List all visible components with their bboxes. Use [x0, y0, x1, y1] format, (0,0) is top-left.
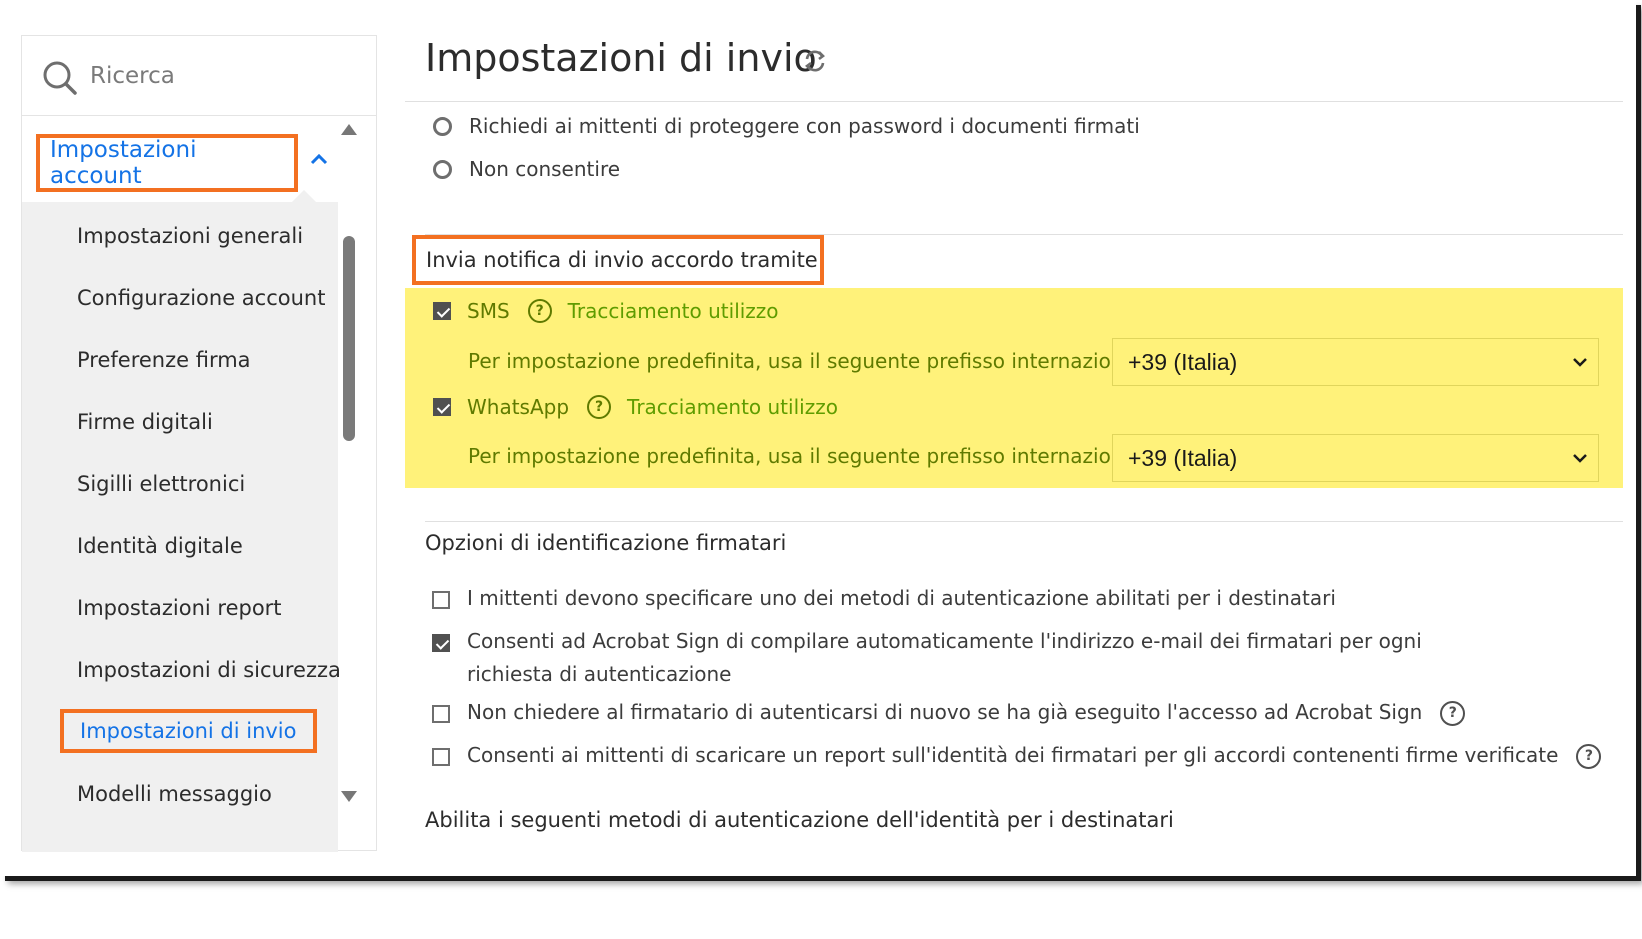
help-icon[interactable]: ? — [1440, 701, 1466, 726]
divider — [405, 101, 1623, 102]
sidebar-section-label: Impostazioni account — [50, 137, 197, 189]
sidebar-scrollbar[interactable] — [340, 116, 378, 852]
radio-require-password[interactable]: Richiedi ai mittenti di proteggere con p… — [433, 114, 1140, 138]
sms-prefix-label: Per impostazione predefinita, usa il seg… — [468, 349, 1161, 373]
whatsapp-checkbox[interactable] — [433, 398, 451, 416]
whatsapp-prefix-label: Per impostazione predefinita, usa il seg… — [468, 444, 1161, 468]
option-download-identity-report: Consenti ai mittenti di scaricare un rep… — [432, 743, 1602, 772]
chevron-up-icon[interactable] — [308, 148, 330, 170]
sidebar-item-digital-signatures[interactable]: Firme digitali — [77, 410, 213, 434]
sidebar-submenu: Impostazioni generali Configurazione acc… — [22, 202, 341, 852]
heading-text: Invia notifica di invio accordo tramite — [426, 248, 818, 272]
option-text: Consenti ai mittenti di scaricare un rep… — [467, 739, 1602, 772]
sms-option-row: SMS ? Tracciamento utilizzo — [433, 299, 779, 323]
option-label: Consenti ai mittenti di scaricare un rep… — [467, 743, 1559, 767]
sidebar-item-message-templates[interactable]: Modelli messaggio — [77, 782, 272, 806]
whatsapp-label: WhatsApp — [467, 395, 570, 419]
sms-checkbox[interactable] — [433, 302, 451, 320]
select-value: +39 (Italia) — [1128, 348, 1238, 375]
scroll-down-arrow-icon[interactable] — [341, 791, 357, 802]
option-label: Consenti ad Acrobat Sign di compilare au… — [467, 629, 1422, 686]
help-icon[interactable]: ? — [1576, 744, 1602, 769]
checkbox[interactable] — [432, 748, 450, 766]
sidebar: Impostazioni account Impostazioni genera… — [21, 35, 378, 852]
option-skip-reauth: Non chiedere al firmatario di autenticar… — [432, 700, 1466, 729]
option-text: Non chiedere al firmatario di autenticar… — [467, 696, 1466, 729]
search-input[interactable] — [90, 56, 360, 96]
refresh-icon[interactable] — [802, 48, 828, 74]
radio-label: Non consentire — [469, 157, 621, 181]
sidebar-item-send-settings[interactable]: Impostazioni di invio — [60, 709, 317, 753]
app-window: Impostazioni account Impostazioni genera… — [0, 0, 1636, 876]
submenu-notch — [292, 190, 316, 202]
sidebar-item-electronic-seals[interactable]: Sigilli elettronici — [77, 472, 245, 496]
sms-country-prefix-select[interactable]: +39 (Italia) — [1112, 338, 1599, 386]
select-value: +39 (Italia) — [1128, 444, 1238, 471]
signer-identification-heading: Opzioni di identificazione firmatari — [425, 531, 787, 555]
sidebar-item-signature-preferences[interactable]: Preferenze firma — [77, 348, 251, 372]
option-label: I mittenti devono specificare uno dei me… — [467, 586, 1336, 610]
search-icon — [43, 61, 77, 95]
auth-methods-heading: Abilita i seguenti metodi di autenticazi… — [425, 808, 1174, 832]
checkbox[interactable] — [432, 705, 450, 723]
divider — [425, 521, 1623, 522]
radio-button[interactable] — [433, 159, 452, 179]
chevron-down-icon — [1573, 454, 1587, 463]
sidebar-item-report-settings[interactable]: Impostazioni report — [77, 596, 282, 620]
page-title: Impostazioni di invio — [425, 36, 817, 80]
notification-section-heading: Invia notifica di invio accordo tramite — [412, 235, 824, 285]
whatsapp-usage-tracking-link[interactable]: Tracciamento utilizzo — [627, 395, 838, 419]
option-require-auth-method: I mittenti devono specificare uno dei me… — [432, 586, 1336, 615]
sms-usage-tracking-link[interactable]: Tracciamento utilizzo — [568, 299, 779, 323]
sidebar-item-security-settings[interactable]: Impostazioni di sicurezza — [77, 658, 341, 682]
help-icon[interactable]: ? — [587, 395, 612, 419]
checkbox[interactable] — [432, 591, 450, 609]
scrollbar-thumb[interactable] — [343, 236, 355, 441]
sms-label: SMS — [467, 299, 510, 323]
radio-do-not-allow[interactable]: Non consentire — [433, 157, 620, 181]
sidebar-section-account-settings[interactable]: Impostazioni account — [36, 134, 298, 192]
radio-label: Richiedi ai mittenti di proteggere con p… — [469, 114, 1140, 138]
whatsapp-country-prefix-select[interactable]: +39 (Italia) — [1112, 434, 1599, 482]
scroll-up-arrow-icon[interactable] — [341, 124, 357, 135]
help-icon[interactable]: ? — [527, 299, 552, 323]
radio-button[interactable] — [433, 116, 452, 136]
search-bar — [22, 36, 376, 116]
sidebar-item-account-configuration[interactable]: Configurazione account — [77, 286, 325, 310]
whatsapp-option-row: WhatsApp ? Tracciamento utilizzo — [433, 395, 838, 419]
sidebar-item-digital-identity[interactable]: Identità digitale — [77, 534, 243, 558]
option-label: Non chiedere al firmatario di autenticar… — [467, 700, 1423, 724]
sidebar-item-general-settings[interactable]: Impostazioni generali — [77, 224, 303, 248]
option-autofill-email: Consenti ad Acrobat Sign di compilare au… — [432, 629, 1462, 691]
checkbox[interactable] — [432, 634, 450, 652]
chevron-down-icon — [1573, 358, 1587, 367]
